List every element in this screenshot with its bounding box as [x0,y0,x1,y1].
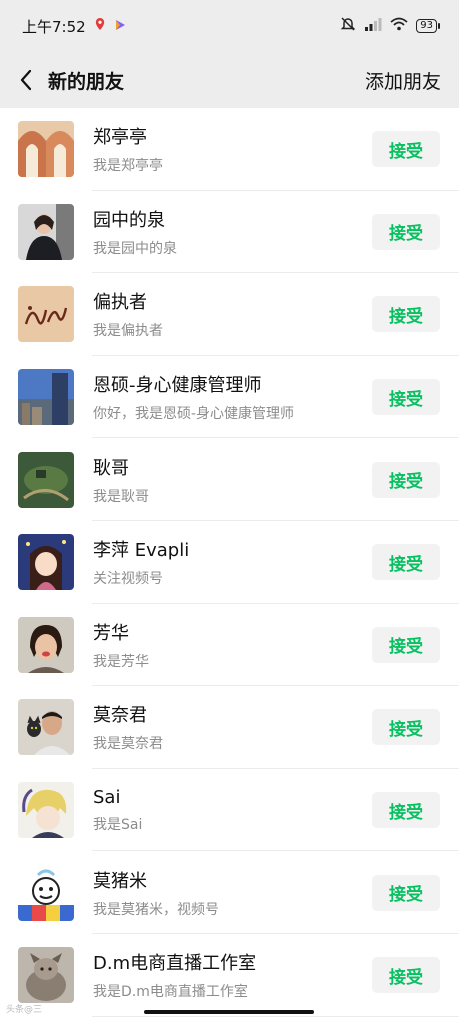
request-info: 莫猪米 我是莫猪米，视频号 [93,867,372,919]
list-item[interactable]: D.m电商直播工作室 我是D.m电商直播工作室 接受 [0,934,459,1017]
page-title: 新的朋友 [48,70,125,93]
accept-button[interactable]: 接受 [372,626,440,663]
friend-name: 偏执者 [93,292,147,314]
request-message: 我是芳华 [93,653,149,670]
status-bar: 上午7:52 93 [0,0,459,52]
friend-name: 恩硕-身心健康管理师 [93,375,262,397]
request-message: 我是D.m电商直播工作室 [93,984,248,1001]
accept-button[interactable]: 接受 [372,957,440,994]
dog-photo-avatar [18,947,74,1004]
request-info: 恩硕-身心健康管理师 你好，我是恩硕-身心健康管理师 [93,371,372,423]
request-message: 我是莫猪米，视频号 [93,901,219,918]
friend-name: 李萍 Evapli [93,540,190,562]
mute-bell-icon [340,16,356,36]
request-message: 你好，我是恩硕-身心健康管理师 [93,406,295,423]
woman-selfie-avatar [18,616,74,673]
home-indicator[interactable] [144,1010,314,1014]
status-left: 上午7:52 [22,16,126,37]
request-info: 莫奈君 我是莫奈君 [93,701,372,753]
request-message: 我是耿哥 [93,488,149,505]
list-item[interactable]: 莫奈君 我是莫奈君 接受 [0,686,459,769]
status-time: 上午7:52 [22,17,86,36]
accept-button[interactable]: 接受 [372,461,440,498]
woman-portrait-avatar [18,203,74,260]
accept-button[interactable]: 接受 [372,131,440,168]
friend-request-list: 郑亭亭 我是郑亭亭 接受 园中的泉 我是园中的泉 接受 偏执者 我是偏执者 接受… [0,108,459,1021]
play-app-icon [114,17,126,35]
friend-name: 莫奈君 [93,705,147,727]
request-info: 偏执者 我是偏执者 [93,288,372,340]
man-with-cat-avatar [18,699,74,756]
list-item[interactable]: 偏执者 我是偏执者 接受 [0,273,459,356]
battery-indicator: 93 [416,19,440,33]
accept-button[interactable]: 接受 [372,874,440,911]
list-item[interactable]: 莫猪米 我是莫猪米，视频号 接受 [0,851,459,934]
request-info: Sai 我是Sai [93,787,372,834]
friend-name: 莫猪米 [93,870,147,892]
friend-name: 郑亭亭 [93,127,147,149]
request-info: 园中的泉 我是园中的泉 [93,206,372,258]
list-item[interactable]: 李萍 Evapli 关注视频号 接受 [0,521,459,604]
list-item[interactable]: 耿哥 我是耿哥 接受 [0,438,459,521]
request-message: 我是莫奈君 [93,736,163,753]
cartoon-character-avatar [18,864,74,921]
list-item[interactable]: 芳华 我是芳华 接受 [0,604,459,687]
watermark: 头条@三 [6,1005,43,1015]
list-item[interactable]: 恩硕-身心健康管理师 你好，我是恩硕-身心健康管理师 接受 [0,356,459,439]
accept-button[interactable]: 接受 [372,213,440,250]
list-item[interactable]: Sai 我是Sai 接受 [0,769,459,852]
status-right: 93 [340,16,440,36]
request-message: 我是郑亭亭 [93,158,163,175]
wifi-icon [390,17,408,35]
friend-name: D.m电商直播工作室 [93,953,257,975]
back-arrow-icon[interactable] [14,68,38,92]
friend-name: 芳华 [93,622,129,644]
friend-name: 耿哥 [93,457,129,479]
accept-button[interactable]: 接受 [372,709,440,746]
anime-girl-avatar [18,534,74,591]
friend-name: Sai [93,786,121,808]
calligraphy-avatar [18,286,74,343]
signal-icon [364,17,382,35]
aerial-landscape-avatar [18,451,74,508]
list-item[interactable]: 园中的泉 我是园中的泉 接受 [0,191,459,274]
request-info: 李萍 Evapli 关注视频号 [93,536,372,588]
accept-button[interactable]: 接受 [372,296,440,333]
nav-bar: 新的朋友 添加朋友 [0,52,459,108]
list-item[interactable]: 郑亭亭 我是郑亭亭 接受 [0,108,459,191]
friend-name: 园中的泉 [93,209,165,231]
accept-button[interactable]: 接受 [372,792,440,829]
request-info: 郑亭亭 我是郑亭亭 [93,123,372,175]
map-pin-icon [94,17,106,35]
arch-building-avatar [18,121,74,178]
accept-button[interactable]: 接受 [372,544,440,581]
request-info: 耿哥 我是耿哥 [93,454,372,506]
request-message: 我是偏执者 [93,323,163,340]
city-skyline-avatar [18,369,74,426]
request-message: 我是Sai [93,816,143,833]
request-message: 关注视频号 [93,571,163,588]
accept-button[interactable]: 接受 [372,379,440,416]
add-friend-button[interactable]: 添加朋友 [365,67,441,94]
request-info: D.m电商直播工作室 我是D.m电商直播工作室 [93,949,372,1001]
request-info: 芳华 我是芳华 [93,619,372,671]
request-message: 我是园中的泉 [93,240,177,257]
anime-boy-avatar [18,782,74,839]
